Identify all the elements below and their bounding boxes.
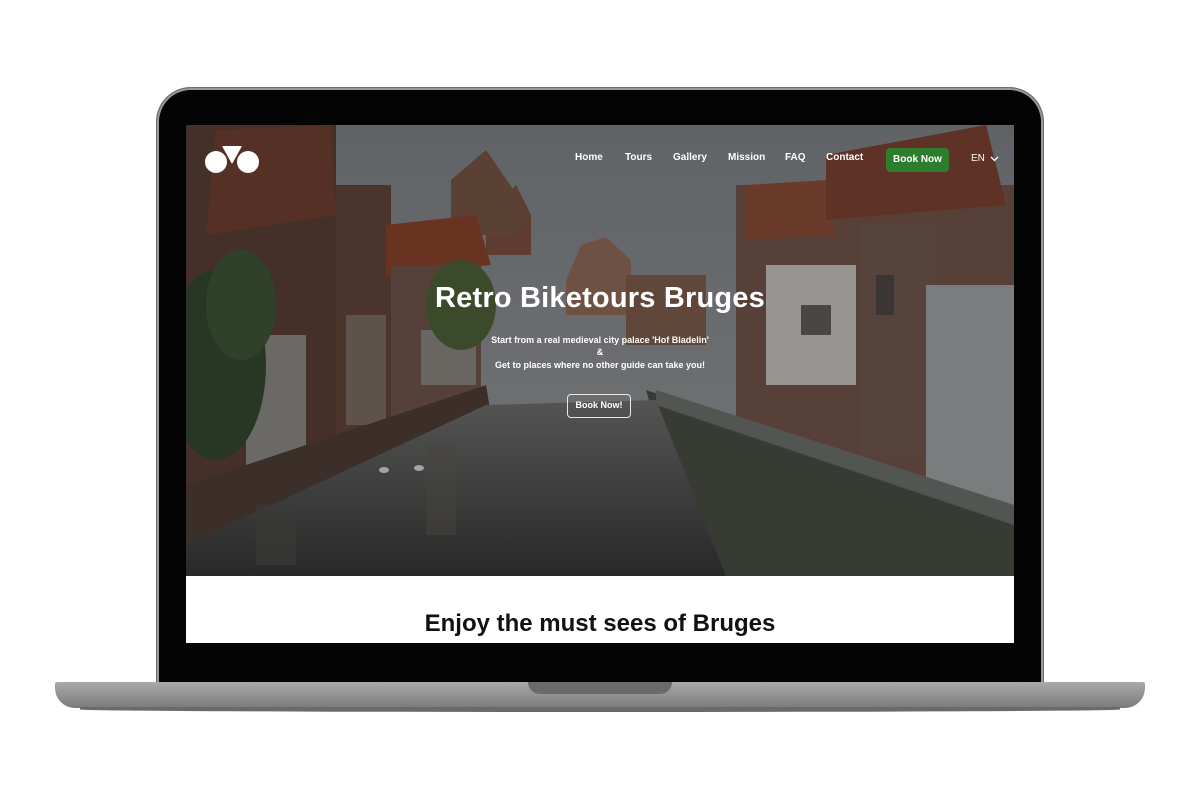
nav-item-home[interactable]: Home <box>575 152 603 163</box>
language-label: EN <box>971 153 985 164</box>
hero-book-now-button[interactable]: Book Now! <box>567 394 631 418</box>
nav-item-faq[interactable]: FAQ <box>785 152 806 163</box>
hero-subtitle-ampersand: & <box>596 347 604 357</box>
laptop-mockup: Home Tours Gallery Mission FAQ Contact B… <box>0 0 1200 800</box>
browser-viewport: Home Tours Gallery Mission FAQ Contact B… <box>186 125 1014 643</box>
nav-item-gallery[interactable]: Gallery <box>673 152 707 163</box>
nav-item-tours[interactable]: Tours <box>625 152 652 163</box>
laptop-notch <box>528 682 672 694</box>
book-now-button[interactable]: Book Now <box>886 148 949 172</box>
hero-subtitle-line3: Get to places where no other guide can t… <box>494 360 706 370</box>
bike-logo-icon[interactable] <box>203 142 261 174</box>
language-selector[interactable]: EN <box>971 153 999 164</box>
laptop-base-shadow <box>80 707 1120 712</box>
hero-section: Home Tours Gallery Mission FAQ Contact B… <box>186 125 1014 576</box>
nav-item-contact[interactable]: Contact <box>826 152 863 163</box>
section-title: Enjoy the must sees of Bruges <box>424 610 776 637</box>
chevron-down-icon <box>990 156 999 161</box>
hero-title: Retro Biketours Bruges <box>435 282 765 314</box>
hero-subtitle-line1: Start from a real medieval city palace '… <box>491 335 709 345</box>
nav-item-mission[interactable]: Mission <box>728 152 765 163</box>
